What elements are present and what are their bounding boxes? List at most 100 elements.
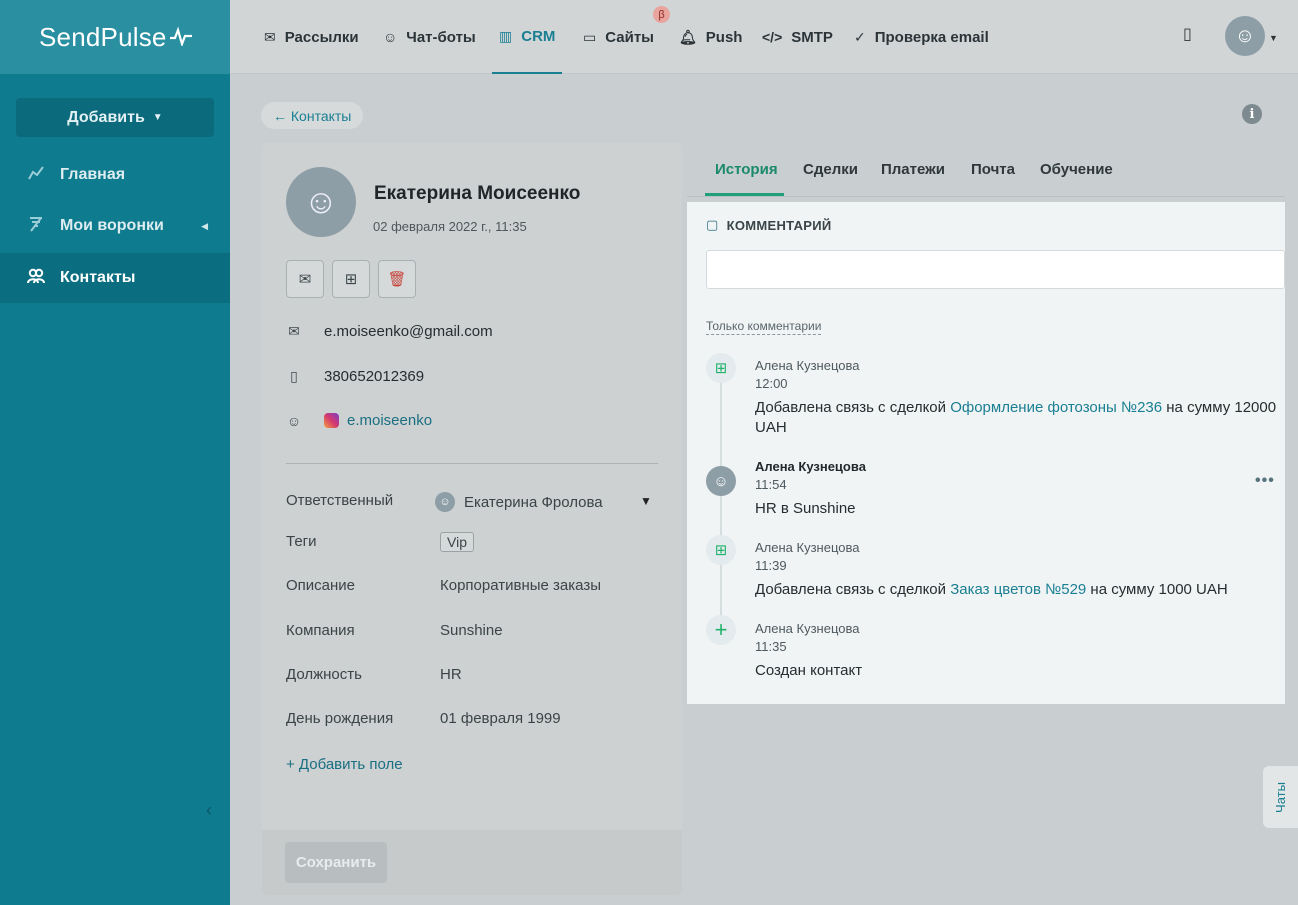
logo-text: SendPulse xyxy=(39,21,167,52)
event-text-prefix: Добавлена связь с сделкой xyxy=(755,399,951,416)
deal-link[interactable]: Заказ цветов №529 xyxy=(950,581,1086,598)
add-button-label: Добавить xyxy=(67,108,145,126)
field-label-company: Компания xyxy=(286,622,355,639)
tab-smtp[interactable]: </> SMTP xyxy=(762,0,833,74)
sidebar-item-funnels[interactable]: Мои воронки ◀ xyxy=(0,201,230,251)
beta-badge: β xyxy=(653,6,670,23)
phone-icon: ▯ xyxy=(290,368,298,384)
responsible-avatar: ☺ xyxy=(435,492,455,512)
add-button[interactable]: Добавить ▼ xyxy=(16,98,214,137)
sidebar-item-label: Контакты xyxy=(60,269,136,286)
chats-side-tab[interactable]: Чаты xyxy=(1263,766,1298,828)
trash-icon: 🗑︎ xyxy=(387,271,407,288)
instagram-icon xyxy=(324,413,339,428)
comment-input[interactable] xyxy=(706,250,1285,289)
mail-icon: ✉ xyxy=(298,271,312,288)
event-text-suffix: на сумму 1000 UAH xyxy=(1086,581,1228,598)
field-label-responsible: Ответственный xyxy=(286,492,394,509)
tab-history[interactable]: История xyxy=(715,161,778,178)
field-value-birthday[interactable]: 01 февраля 1999 xyxy=(440,710,561,727)
history-panel: ▢ КОММЕНТАРИЙ Только комментарии ⊞ Алена… xyxy=(687,202,1285,704)
sidebar-item-contacts[interactable]: Контакты xyxy=(0,253,230,303)
top-navigation: ✉ Рассылки ☺ Чат-боты ▥ CRM ▭ Сайты β 🔔︎… xyxy=(230,0,1298,74)
event-author: Алена Кузнецова xyxy=(755,540,860,555)
tab-mail[interactable]: Почта xyxy=(971,161,1015,178)
field-value-description[interactable]: Корпоративные заказы xyxy=(440,577,601,594)
code-icon: </> xyxy=(762,29,783,45)
field-value-company[interactable]: Sunshine xyxy=(440,622,503,639)
divider xyxy=(286,463,658,464)
collapse-sidebar-icon[interactable]: ‹ xyxy=(206,800,212,821)
event-time: 12:00 xyxy=(755,376,788,391)
contact-created-date: 02 февраля 2022 г., 11:35 xyxy=(373,219,527,234)
caret-down-icon: ▼ xyxy=(152,112,163,123)
event-time: 11:39 xyxy=(755,558,787,573)
tab-training[interactable]: Обучение xyxy=(1040,161,1113,178)
chevron-left-icon: ◀ xyxy=(201,220,208,231)
mail-icon: ✉ xyxy=(264,28,276,45)
comment-icon: ▢ xyxy=(706,217,719,232)
caret-down-icon[interactable]: ▼ xyxy=(1269,33,1278,43)
only-comments-filter[interactable]: Только комментарии xyxy=(706,319,822,335)
back-to-contacts-link[interactable]: ← Контакты xyxy=(261,102,364,129)
contact-phone[interactable]: 380652012369 xyxy=(324,368,424,385)
tab-label: Проверка email xyxy=(874,28,989,46)
add-deal-button[interactable]: ⊞ xyxy=(332,260,370,298)
chevron-down-icon[interactable]: ▼ xyxy=(640,494,652,508)
user-avatar[interactable]: ☺ xyxy=(1225,16,1265,56)
tab-label: Рассылки xyxy=(284,28,359,46)
add-field-link[interactable]: + Добавить поле xyxy=(286,756,403,773)
event-time: 11:54 xyxy=(755,477,787,492)
deal-link-icon: ⊞ xyxy=(706,353,736,383)
contact-instagram-link[interactable]: e.moiseenko xyxy=(347,412,432,429)
chats-label: Чаты xyxy=(1272,781,1288,813)
funnel-icon xyxy=(26,216,46,236)
tab-deals[interactable]: Сделки xyxy=(803,161,858,178)
save-button[interactable]: Сохранить xyxy=(285,842,387,883)
add-deal-icon: ⊞ xyxy=(344,271,358,288)
pulse-icon xyxy=(169,22,192,53)
tab-push[interactable]: 🔔︎ Push xyxy=(679,0,742,74)
contact-email[interactable]: e.moiseenko@gmail.com xyxy=(324,323,493,340)
plus-icon: + xyxy=(706,615,736,645)
event-author: Алена Кузнецова xyxy=(755,459,866,474)
event-text: Создан контакт xyxy=(755,662,863,679)
author-avatar: ☺ xyxy=(706,466,736,496)
sidebar-item-label: Мои воронки xyxy=(60,217,164,234)
contacts-icon xyxy=(26,268,46,288)
event-time: 11:35 xyxy=(755,639,787,654)
mobile-icon[interactable]: ▯ xyxy=(1183,24,1192,44)
tabs-divider xyxy=(687,196,1285,197)
tab-sites[interactable]: ▭ Сайты xyxy=(583,0,654,74)
responsible-name: Екатерина Фролова xyxy=(464,493,603,511)
bell-icon: 🔔︎ xyxy=(679,28,697,45)
more-options-icon[interactable]: ••• xyxy=(1255,472,1275,490)
tab-mailings[interactable]: ✉ Рассылки xyxy=(264,0,359,74)
info-icon[interactable]: i xyxy=(1242,104,1262,124)
tab-chatbots[interactable]: ☺ Чат-боты xyxy=(383,0,476,74)
chat-icon: ☺ xyxy=(286,412,302,429)
delete-contact-button[interactable]: 🗑︎ xyxy=(378,260,416,298)
field-value-responsible[interactable]: ☺ Екатерина Фролова xyxy=(435,492,603,512)
comment-section-title: ▢ КОММЕНТАРИЙ xyxy=(706,217,832,233)
field-label-description: Описание xyxy=(286,577,356,594)
deal-link-icon: ⊞ xyxy=(706,535,736,565)
tag-chip[interactable]: Vip xyxy=(440,532,474,552)
chat-icon: ☺ xyxy=(383,29,398,45)
comment-title-text: КОММЕНТАРИЙ xyxy=(726,217,832,233)
deal-link[interactable]: Оформление фотозоны №236 xyxy=(950,399,1162,416)
contact-card: ☺ Екатерина Моисеенко 02 февраля 2022 г.… xyxy=(262,143,682,895)
field-label-position: Должность xyxy=(286,666,362,683)
tab-crm[interactable]: ▥ CRM xyxy=(492,0,563,74)
tab-payments[interactable]: Платежи xyxy=(881,161,945,178)
send-email-button[interactable]: ✉ xyxy=(286,260,324,298)
event-author: Алена Кузнецова xyxy=(755,621,860,636)
tab-label: Чат-боты xyxy=(406,28,476,46)
contact-email-row: ✉ e.moiseenko@gmail.com xyxy=(286,323,493,340)
sidebar-item-home[interactable]: Главная xyxy=(0,150,230,200)
check-circle-icon: ✓ xyxy=(854,28,866,45)
field-value-position[interactable]: HR xyxy=(440,666,462,683)
tab-email-verify[interactable]: ✓ Проверка email xyxy=(854,0,989,74)
logo[interactable]: SendPulse xyxy=(0,0,230,74)
field-value-tags[interactable]: Vip xyxy=(440,532,474,552)
